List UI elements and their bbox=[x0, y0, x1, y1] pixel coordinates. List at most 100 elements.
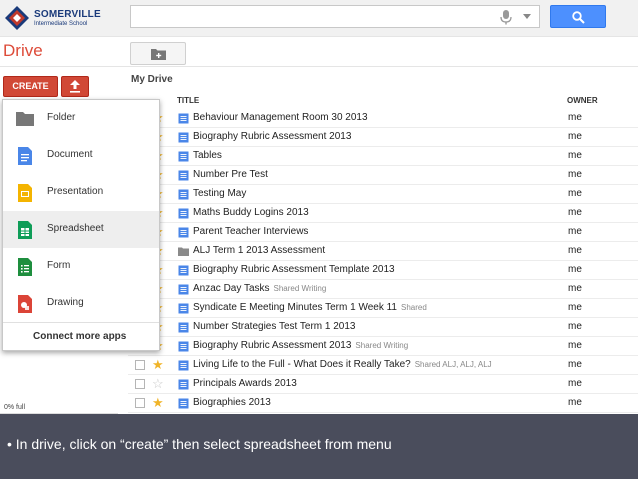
star-icon[interactable]: ☆ bbox=[152, 376, 164, 391]
create-menu-item-label: Form bbox=[47, 260, 71, 271]
file-title[interactable]: Testing May bbox=[193, 188, 246, 199]
logo-subtitle: Intermediate School bbox=[34, 21, 88, 27]
file-title[interactable]: Maths Buddy Logins 2013 bbox=[193, 207, 309, 218]
file-name[interactable]: Behaviour Management Room 30 2013 bbox=[193, 112, 368, 123]
file-title[interactable]: Number Strategies Test Term 1 2013 bbox=[193, 321, 356, 332]
column-header-owner[interactable]: OWNER bbox=[567, 96, 598, 105]
spreadsheet-icon bbox=[18, 221, 32, 239]
create-menu-item-label: Drawing bbox=[47, 297, 84, 308]
table-row[interactable]: ★Anzac Day TasksShared Writingme bbox=[128, 280, 638, 299]
table-row[interactable]: ★ Living Life to the Full - What Does it … bbox=[128, 356, 638, 375]
folder-icon bbox=[16, 112, 34, 126]
column-header-title[interactable]: TITLE bbox=[177, 96, 199, 105]
upload-button[interactable] bbox=[61, 76, 89, 97]
create-menu-item-label: Folder bbox=[47, 112, 76, 123]
create-menu-item-form[interactable]: Form bbox=[3, 248, 159, 285]
row-checkbox[interactable] bbox=[135, 379, 145, 389]
logo-name: SOMERVILLE bbox=[34, 9, 101, 20]
create-menu-item-drawing[interactable]: Drawing bbox=[3, 285, 159, 322]
school-logo[interactable]: SOMERVILLE Intermediate School bbox=[4, 5, 101, 31]
file-owner: me bbox=[568, 169, 582, 180]
create-menu-item-label: Presentation bbox=[47, 186, 104, 197]
table-row[interactable]: ★Biography Rubric Assessment 2013Shared … bbox=[128, 337, 638, 356]
star-icon[interactable]: ★ bbox=[152, 395, 164, 410]
table-row[interactable]: ★ Biographies 2013 me bbox=[128, 394, 638, 413]
file-title[interactable]: Anzac Day Tasks Shared Writing bbox=[193, 283, 326, 294]
file-title[interactable]: Behaviour Management Room 30 2013 bbox=[193, 112, 368, 123]
file-owner: me bbox=[568, 226, 582, 237]
create-menu-item-presentation[interactable]: Presentation bbox=[3, 174, 159, 211]
file-title[interactable]: Parent Teacher Interviews bbox=[193, 226, 308, 237]
create-menu-item-document[interactable]: Document bbox=[3, 137, 159, 174]
row-checkbox[interactable] bbox=[135, 360, 145, 370]
table-row[interactable]: ★Biography Rubric Assessment Template 20… bbox=[128, 261, 638, 280]
document-icon bbox=[178, 189, 189, 200]
table-row[interactable]: ★Number Strategies Test Term 1 2013me bbox=[128, 318, 638, 337]
search-input[interactable] bbox=[135, 6, 489, 28]
file-name[interactable]: Principals Awards 2013 bbox=[193, 378, 297, 389]
create-menu-item-spreadsheet[interactable]: Spreadsheet bbox=[3, 211, 159, 248]
file-name[interactable]: Parent Teacher Interviews bbox=[193, 226, 308, 237]
file-title[interactable]: Biography Rubric Assessment 2013 Shared W… bbox=[193, 340, 408, 351]
file-name[interactable]: Number Pre Test bbox=[193, 169, 268, 180]
file-name[interactable]: Number Strategies Test Term 1 2013 bbox=[193, 321, 356, 332]
create-button[interactable]: CREATE bbox=[3, 76, 58, 97]
connect-more-apps-link[interactable]: Connect more apps bbox=[33, 331, 126, 342]
caption-text: • In drive, click on “create” then selec… bbox=[7, 436, 392, 452]
document-icon bbox=[178, 379, 189, 390]
breadcrumb-my-drive[interactable]: My Drive bbox=[131, 74, 173, 85]
file-title[interactable]: Principals Awards 2013 bbox=[193, 378, 297, 389]
file-title[interactable]: Syndicate E Meeting Minutes Term 1 Week … bbox=[193, 302, 427, 313]
table-row[interactable]: ★ALJ Term 1 2013 Assessmentme bbox=[128, 242, 638, 261]
drive-title[interactable]: Drive bbox=[3, 41, 43, 61]
document-icon bbox=[178, 341, 189, 352]
document-icon bbox=[178, 208, 189, 219]
create-menu-item-label: Spreadsheet bbox=[47, 223, 104, 234]
file-title[interactable]: Biography Rubric Assessment Template 201… bbox=[193, 264, 395, 275]
file-name[interactable]: Biographies 2013 bbox=[193, 397, 271, 408]
table-row[interactable]: ★Number Pre Testme bbox=[128, 166, 638, 185]
folder-icon bbox=[178, 247, 189, 256]
create-menu-item-folder[interactable]: Folder bbox=[3, 100, 159, 137]
file-title[interactable]: ALJ Term 1 2013 Assessment bbox=[193, 245, 325, 256]
star-icon[interactable]: ★ bbox=[152, 357, 164, 372]
table-row[interactable]: ★Biography Rubric Assessment 2013me bbox=[128, 128, 638, 147]
file-name[interactable]: ALJ Term 1 2013 Assessment bbox=[193, 245, 325, 256]
file-title[interactable]: Number Pre Test bbox=[193, 169, 268, 180]
table-row[interactable]: ★Parent Teacher Interviewsme bbox=[128, 223, 638, 242]
file-name[interactable]: Anzac Day Tasks bbox=[193, 283, 270, 294]
table-row[interactable]: ★Tablesme bbox=[128, 147, 638, 166]
file-name[interactable]: Biography Rubric Assessment Template 201… bbox=[193, 264, 395, 275]
instruction-caption: • In drive, click on “create” then selec… bbox=[0, 414, 638, 479]
document-icon bbox=[178, 322, 189, 333]
file-title[interactable]: Living Life to the Full - What Does it R… bbox=[193, 359, 492, 370]
microphone-icon[interactable] bbox=[499, 9, 513, 25]
file-tags[interactable]: Shared Writing bbox=[355, 341, 408, 350]
new-folder-button[interactable] bbox=[130, 42, 186, 65]
table-row[interactable]: ★Testing Mayme bbox=[128, 185, 638, 204]
table-row[interactable]: ★Syndicate E Meeting Minutes Term 1 Week… bbox=[128, 299, 638, 318]
search-button[interactable] bbox=[550, 5, 606, 28]
file-title[interactable]: Biographies 2013 bbox=[193, 397, 271, 408]
file-tags[interactable]: Shared ALJ, ALJ, ALJ bbox=[415, 360, 492, 369]
file-owner: me bbox=[568, 245, 582, 256]
file-name[interactable]: Testing May bbox=[193, 188, 246, 199]
file-name[interactable]: Syndicate E Meeting Minutes Term 1 Week … bbox=[193, 302, 397, 313]
file-name[interactable]: Biography Rubric Assessment 2013 bbox=[193, 340, 351, 351]
table-row[interactable]: ★Maths Buddy Logins 2013me bbox=[128, 204, 638, 223]
create-menu-item-label: Document bbox=[47, 149, 93, 160]
file-name[interactable]: Biography Rubric Assessment 2013 bbox=[193, 131, 351, 142]
table-row[interactable]: ★Behaviour Management Room 30 2013me bbox=[128, 109, 638, 128]
file-tags[interactable]: Shared bbox=[401, 303, 427, 312]
create-menu: Folder Document Presentation Spreadsheet For… bbox=[2, 99, 160, 351]
file-name[interactable]: Living Life to the Full - What Does it R… bbox=[193, 359, 411, 370]
file-title[interactable]: Tables bbox=[193, 150, 222, 161]
search-options-dropdown-icon[interactable] bbox=[523, 14, 531, 19]
file-tags[interactable]: Shared Writing bbox=[274, 284, 327, 293]
file-title[interactable]: Biography Rubric Assessment 2013 bbox=[193, 131, 351, 142]
row-checkbox[interactable] bbox=[135, 398, 145, 408]
table-row[interactable]: ☆ Principals Awards 2013 me bbox=[128, 375, 638, 394]
search-box[interactable] bbox=[130, 5, 540, 28]
file-name[interactable]: Tables bbox=[193, 150, 222, 161]
file-name[interactable]: Maths Buddy Logins 2013 bbox=[193, 207, 309, 218]
